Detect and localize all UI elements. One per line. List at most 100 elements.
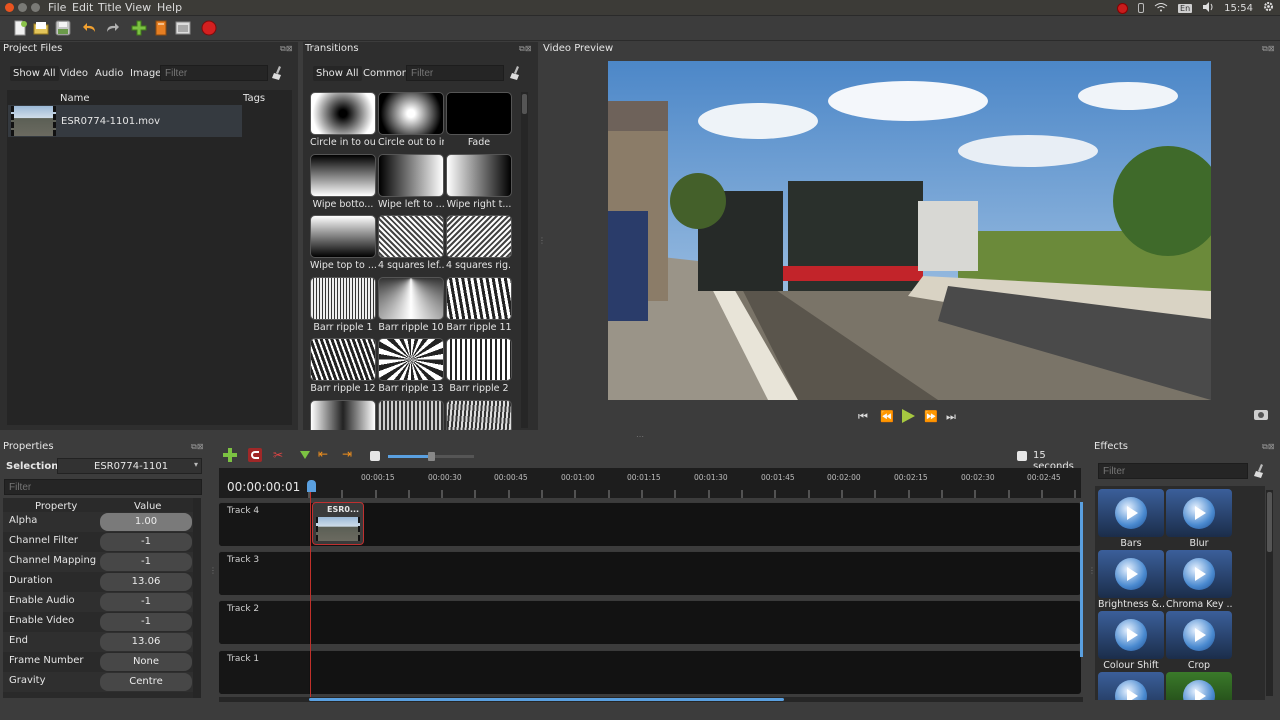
effect-item[interactable]: Brightness &... <box>1098 550 1164 610</box>
keyboard-layout-indicator[interactable]: En <box>1178 3 1193 13</box>
col-value[interactable]: Value <box>134 501 161 512</box>
transition-item[interactable]: Barr ripple 11 <box>446 276 512 333</box>
menu-help[interactable]: Help <box>157 1 182 14</box>
property-value[interactable]: -1 <box>100 553 192 571</box>
menu-edit[interactable]: Edit <box>72 1 93 14</box>
files-col-name[interactable]: Name <box>60 93 90 104</box>
effect-item[interactable]: Blur <box>1166 489 1232 549</box>
timeline-vscrollbar[interactable] <box>1080 502 1083 657</box>
transitions-scrollbar[interactable] <box>521 92 528 428</box>
property-row[interactable]: Channel Filter -1 <box>3 532 193 552</box>
undo-icon[interactable] <box>82 20 98 36</box>
transition-item[interactable]: Fade <box>446 92 512 148</box>
property-value[interactable]: -1 <box>100 613 192 631</box>
col-property[interactable]: Property <box>35 501 77 512</box>
transition-item[interactable]: Wipe botto... <box>310 153 376 210</box>
zoom-checkbox[interactable] <box>1017 451 1027 461</box>
zoom-slider[interactable] <box>388 452 474 461</box>
playhead-handle[interactable] <box>307 480 316 492</box>
property-row[interactable]: End 13.06 <box>3 632 193 652</box>
transition-item[interactable]: Barr ripple 1 <box>310 276 376 333</box>
snapping-magnet-icon[interactable] <box>248 448 262 462</box>
property-row[interactable]: Duration 13.06 <box>3 572 193 592</box>
previous-marker-icon[interactable]: ⇤ <box>318 447 328 461</box>
scrollbar-thumb[interactable] <box>522 94 527 114</box>
open-project-icon[interactable] <box>33 20 49 36</box>
choose-profile-icon[interactable] <box>153 20 169 36</box>
panel-float-close-icon[interactable]: ⧉⊠ <box>1262 44 1274 54</box>
splitter-handle[interactable]: ⋮ <box>538 236 546 245</box>
bluetooth-icon[interactable] <box>1138 3 1145 13</box>
panel-float-close-icon[interactable]: ⧉⊠ <box>1262 442 1274 452</box>
transition-item[interactable]: Circle in to out <box>310 92 376 148</box>
new-project-icon[interactable] <box>12 20 28 36</box>
close-window-icon[interactable] <box>5 3 14 12</box>
property-value[interactable]: -1 <box>100 593 192 611</box>
property-value[interactable]: Centre <box>100 673 192 691</box>
effect-item[interactable] <box>1166 672 1232 700</box>
menu-title[interactable]: Title <box>98 1 122 14</box>
play-icon[interactable] <box>902 409 915 423</box>
files-col-tags[interactable]: Tags <box>243 93 265 104</box>
menu-file[interactable]: File <box>48 1 66 14</box>
volume-icon[interactable] <box>1202 1 1214 15</box>
effects-filter-input[interactable] <box>1098 463 1248 479</box>
zoom-fit-icon[interactable] <box>370 451 380 461</box>
transition-item[interactable]: Circle out to in <box>378 92 444 148</box>
save-project-icon[interactable] <box>55 20 71 36</box>
property-row[interactable]: Enable Audio -1 <box>3 592 193 612</box>
track-2[interactable]: Track 2 <box>219 600 1081 644</box>
transition-item[interactable] <box>378 399 444 430</box>
rewind-icon[interactable]: ⏪ <box>880 410 894 423</box>
properties-scrollbar[interactable] <box>193 498 201 698</box>
minimize-window-icon[interactable] <box>18 3 27 12</box>
transitions-filter-input[interactable] <box>406 65 504 81</box>
transition-item[interactable]: 4 squares lef... <box>378 215 444 271</box>
fullscreen-icon[interactable] <box>175 20 191 36</box>
next-marker-icon[interactable]: ⇥ <box>342 447 352 461</box>
timeline-hscrollbar[interactable] <box>219 697 1083 702</box>
transition-item[interactable] <box>310 399 376 430</box>
export-video-icon[interactable] <box>201 20 217 36</box>
clear-filter-broom-icon[interactable] <box>510 66 522 80</box>
clear-filter-broom-icon[interactable] <box>1254 464 1266 478</box>
transition-item[interactable] <box>446 399 512 430</box>
redo-icon[interactable] <box>104 20 120 36</box>
scrollbar-thumb[interactable] <box>1267 492 1272 552</box>
panel-float-close-icon[interactable]: ⧉⊠ <box>519 44 531 54</box>
effect-item[interactable]: Chroma Key ... <box>1166 550 1232 610</box>
transition-item[interactable]: Barr ripple 12 <box>310 338 376 394</box>
jump-end-icon[interactable]: ⏭ <box>946 410 956 424</box>
zoom-slider-handle[interactable] <box>428 452 435 461</box>
clear-filter-broom-icon[interactable] <box>272 66 284 80</box>
fast-forward-icon[interactable]: ⏩ <box>924 410 938 423</box>
razor-tool-icon[interactable]: ✂ <box>273 448 283 462</box>
property-row[interactable]: Enable Video -1 <box>3 612 193 632</box>
effects-scrollbar[interactable] <box>1266 490 1273 696</box>
property-row[interactable]: Channel Mapping -1 <box>3 552 193 572</box>
property-value[interactable]: 13.06 <box>100 573 192 591</box>
properties-filter-input[interactable] <box>4 479 202 495</box>
timeline-clip[interactable]: ESR0... <box>312 502 364 545</box>
property-value[interactable]: None <box>100 653 192 671</box>
files-tab-audio[interactable]: Audio <box>92 66 126 81</box>
files-tab-image[interactable]: Image <box>127 66 164 81</box>
wifi-icon[interactable] <box>1154 2 1168 15</box>
files-tab-show-all[interactable]: Show All <box>10 66 59 81</box>
selection-dropdown[interactable]: ESR0774-1101 ▾ <box>57 458 202 474</box>
add-marker-icon[interactable] <box>300 451 310 459</box>
track-3[interactable]: Track 3 <box>219 551 1081 595</box>
effect-item[interactable]: Bars <box>1098 489 1164 549</box>
property-row[interactable]: Gravity Centre <box>3 672 193 692</box>
property-value[interactable]: -1 <box>100 533 192 551</box>
clock[interactable]: 15:54 <box>1224 3 1253 14</box>
transition-item[interactable]: Barr ripple 2 <box>446 338 512 394</box>
import-files-icon[interactable] <box>131 20 147 36</box>
transition-item[interactable]: Barr ripple 10 <box>378 276 444 333</box>
property-value[interactable]: 1.00 <box>100 513 192 531</box>
transition-item[interactable]: Barr ripple 13 <box>378 338 444 394</box>
transitions-tab-common[interactable]: Common <box>360 66 411 81</box>
files-tab-video[interactable]: Video <box>57 66 91 81</box>
menu-view[interactable]: View <box>125 1 151 14</box>
transition-item[interactable]: Wipe left to ... <box>378 153 444 210</box>
